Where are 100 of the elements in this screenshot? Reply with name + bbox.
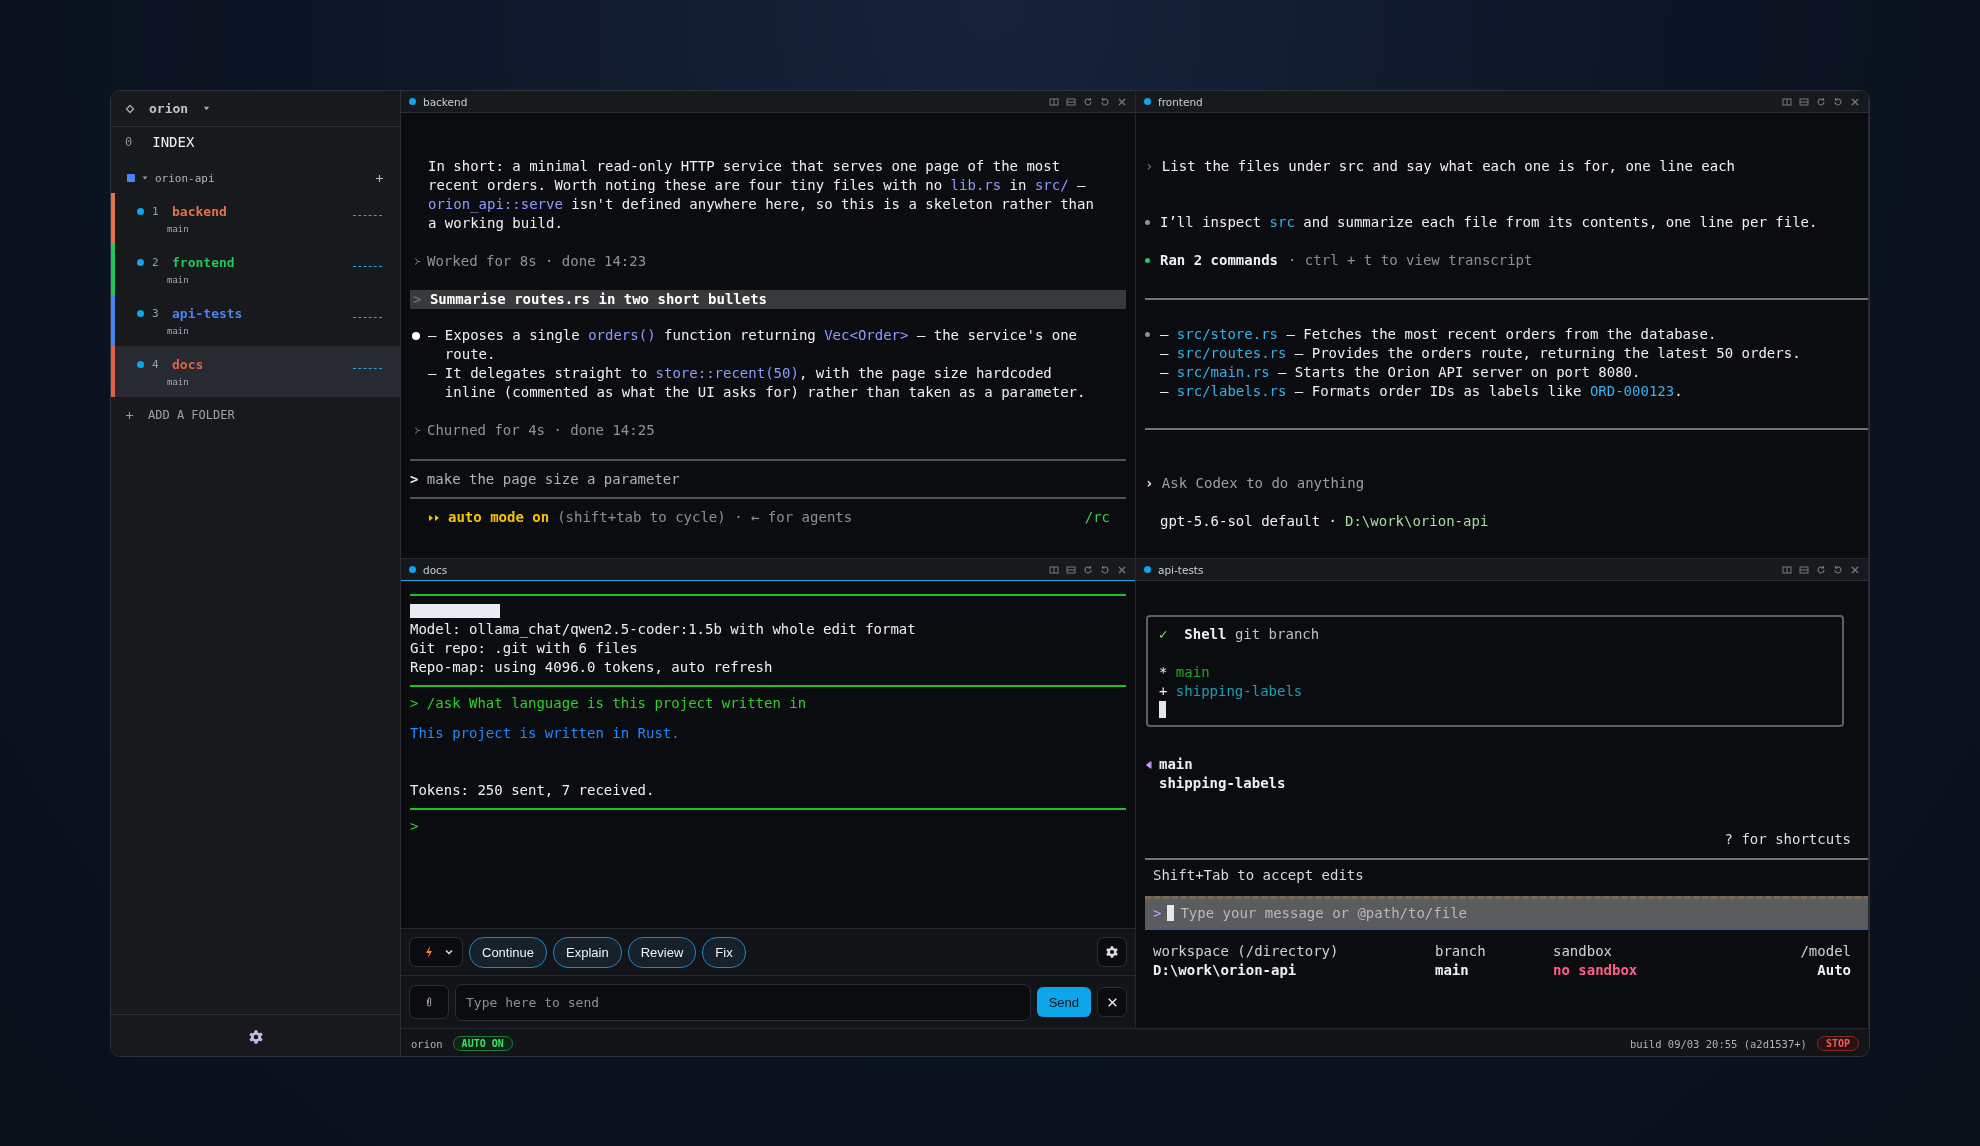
prompt-marker: > xyxy=(410,817,420,836)
action-button[interactable]: Review xyxy=(627,936,697,968)
split-columns-icon[interactable] xyxy=(1782,564,1792,575)
prompt-input[interactable]: > make the page size a parameter xyxy=(410,459,1126,499)
send-button[interactable]: Send xyxy=(1036,987,1091,1017)
status-dot-icon xyxy=(1144,566,1151,573)
status-dot-icon xyxy=(409,566,416,573)
caret-icon[interactable] xyxy=(202,104,212,113)
command-link[interactable]: /rc xyxy=(1084,508,1110,527)
session-item[interactable]: 4 docs main xyxy=(111,346,400,397)
session-name: backend xyxy=(172,203,227,219)
status-dot-icon xyxy=(1144,98,1151,105)
expand-caret-icon[interactable] xyxy=(141,174,149,182)
index-label[interactable]: INDEX xyxy=(152,134,195,150)
status-dot-icon xyxy=(137,360,144,368)
folder-name[interactable]: orion-api xyxy=(155,171,215,185)
session-item[interactable]: 1 backend main xyxy=(111,193,400,244)
command-line: > /ask What language is this project written in xyxy=(410,694,808,713)
add-icon[interactable] xyxy=(375,173,384,183)
tool-title: ✓ Shell git branch xyxy=(1159,625,1321,644)
footer-label: /model xyxy=(1800,942,1851,961)
command-summary: Ran 2 commands xyxy=(1160,251,1278,270)
answer-text: This project is written in Rust. xyxy=(410,724,681,743)
prompt-input[interactable]: › Ask Codex to do anything xyxy=(1145,474,1859,493)
action-button[interactable]: Continue xyxy=(469,936,548,968)
split-columns-icon[interactable] xyxy=(1049,564,1059,575)
bullet-icon xyxy=(1145,220,1150,225)
action-button[interactable]: Fix xyxy=(702,936,746,968)
footer-label: workspace (/directory) xyxy=(1153,942,1340,961)
pane-title: docs xyxy=(423,563,448,576)
status-text: Churned for 4s · done 14:25 xyxy=(427,421,655,440)
close-icon[interactable] xyxy=(1117,96,1127,107)
undo-icon[interactable] xyxy=(1100,564,1110,575)
activity-line xyxy=(353,367,382,369)
chevron-down-icon xyxy=(444,947,454,957)
undo-icon[interactable] xyxy=(1100,96,1110,107)
branch-output: * main xyxy=(1159,663,1211,682)
stop-button[interactable]: STOP xyxy=(1816,1036,1859,1051)
info-line: Git repo: .git with 6 files xyxy=(410,639,639,658)
footer-value: Auto xyxy=(1817,961,1851,980)
branch-label: main xyxy=(167,376,190,387)
mode-hint: (shift+tab to cycle) · ← for agents xyxy=(557,508,853,527)
status-text: Worked for 8s · done 14:23 xyxy=(427,252,647,271)
refresh-icon[interactable] xyxy=(1816,564,1826,575)
file-description: – src/store.rs – Fetches the most recent orders from the database. xyxy=(1160,325,1718,344)
bullet-icon xyxy=(1145,332,1150,337)
plan-text: I’ll inspect src and summarize each file from its contents, one line per file. xyxy=(1160,213,1818,232)
shortcuts-hint: ? for shortcuts xyxy=(1723,830,1852,849)
session-item[interactable]: 2 frontend main xyxy=(111,244,400,295)
status-dot-icon xyxy=(137,309,144,317)
session-number: 2 xyxy=(152,255,160,269)
split-rows-icon[interactable] xyxy=(1066,96,1076,107)
bullet-item: – Exposes a single orders() function returning Vec<Order> – the service's one route. xyxy=(428,326,1079,364)
session-item[interactable]: 3 api-tests main xyxy=(111,295,400,346)
add-icon[interactable] xyxy=(125,410,134,420)
settings-button[interactable] xyxy=(1097,937,1127,967)
index-number: 0 xyxy=(125,135,133,149)
branch-option[interactable]: main xyxy=(1159,755,1193,774)
info-line: Repo-map: using 4096.0 tokens, auto refresh xyxy=(410,658,774,677)
build-label: build 09/03 20:55 (a2d1537+) xyxy=(1629,1037,1807,1050)
close-button[interactable] xyxy=(1097,987,1127,1017)
pane-title: backend xyxy=(423,95,468,108)
bullet-item: – It delegates straight to store::recent(50), with the page size hardcoded inline (commented as what the UI asks for) rather than taken as a parameter. xyxy=(428,364,1087,402)
workspace-name[interactable]: orion xyxy=(149,101,189,116)
status-dot-icon xyxy=(409,98,416,105)
token-summary: Tokens: 250 sent, 7 received. xyxy=(410,781,656,800)
pane-title: frontend xyxy=(1158,95,1203,108)
refresh-icon[interactable] xyxy=(1083,564,1093,575)
footer-label: branch xyxy=(1435,942,1487,961)
refresh-icon[interactable] xyxy=(1083,96,1093,107)
footer-label: sandbox xyxy=(1553,942,1613,961)
message-field[interactable]: Type here to send xyxy=(455,983,1031,1021)
bullet-icon xyxy=(1145,258,1150,263)
add-folder-link[interactable]: ADD A FOLDER xyxy=(148,408,235,422)
bullet-icon xyxy=(412,332,420,340)
split-columns-icon[interactable] xyxy=(1049,96,1059,107)
refresh-icon[interactable] xyxy=(1816,96,1826,107)
branch-option[interactable]: shipping-labels xyxy=(1159,774,1286,793)
mode-dropdown[interactable] xyxy=(409,937,463,967)
undo-icon[interactable] xyxy=(1833,96,1843,107)
close-icon[interactable] xyxy=(1850,564,1860,575)
split-columns-icon[interactable] xyxy=(1782,96,1792,107)
split-rows-icon[interactable] xyxy=(1799,96,1809,107)
activity-line xyxy=(353,214,382,216)
folder-icon xyxy=(127,174,135,182)
session-name: frontend xyxy=(172,254,235,270)
mode-hint: Shift+Tab to accept edits xyxy=(1152,866,1365,885)
lightning-icon xyxy=(424,945,434,959)
split-rows-icon[interactable] xyxy=(1066,564,1076,575)
close-icon[interactable] xyxy=(1117,564,1127,575)
pane-title: api-tests xyxy=(1158,563,1204,576)
action-button[interactable]: Explain xyxy=(553,936,622,968)
transcript-hint: · ctrl + t to view transcript xyxy=(1288,251,1533,270)
split-rows-icon[interactable] xyxy=(1799,564,1809,575)
undo-icon[interactable] xyxy=(1833,564,1843,575)
branch-output: + shipping-labels xyxy=(1159,682,1304,701)
close-icon[interactable] xyxy=(1850,96,1860,107)
file-description: – src/labels.rs – Formats order IDs as labels like ORD-000123. xyxy=(1160,382,1684,401)
settings-icon[interactable] xyxy=(247,1028,264,1045)
branch-label: main xyxy=(167,325,190,336)
